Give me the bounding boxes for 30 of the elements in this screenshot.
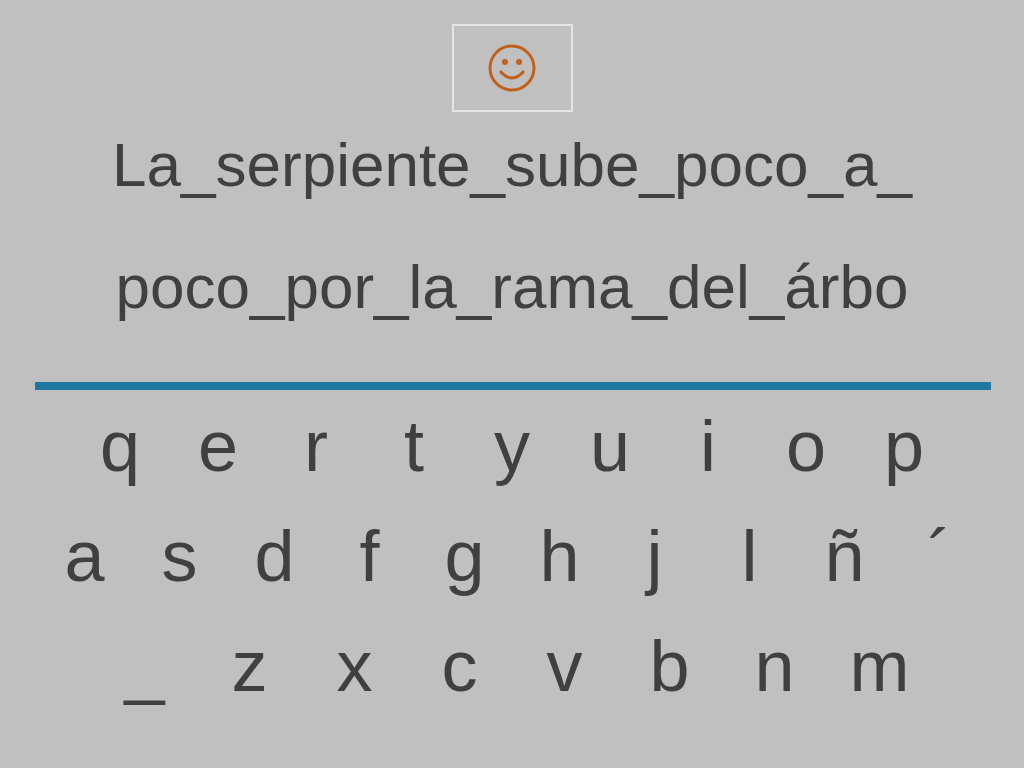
letter-key[interactable]: _ xyxy=(92,622,197,710)
letter-key[interactable]: e xyxy=(169,402,267,490)
letter-key[interactable]: z xyxy=(197,622,302,710)
letter-key[interactable]: r xyxy=(267,402,365,490)
letter-key[interactable]: ñ xyxy=(797,512,892,600)
letter-key[interactable]: x xyxy=(302,622,407,710)
letter-key[interactable]: m xyxy=(827,622,932,710)
letter-key[interactable]: l xyxy=(702,512,797,600)
letter-key[interactable]: u xyxy=(561,402,659,490)
letter-key[interactable]: i xyxy=(659,402,757,490)
letter-key[interactable]: s xyxy=(132,512,227,600)
letter-key[interactable]: ´ xyxy=(892,512,987,600)
letter-key[interactable]: y xyxy=(463,402,561,490)
letter-key[interactable]: q xyxy=(71,402,169,490)
sentence-line: La_serpiente_sube_poco_a_ xyxy=(112,130,912,200)
letter-key[interactable]: a xyxy=(37,512,132,600)
sentence-line: poco_por_la_rama_del_árbo xyxy=(115,252,909,322)
letter-key[interactable]: n xyxy=(722,622,827,710)
letter-key[interactable]: d xyxy=(227,512,322,600)
letter-key[interactable]: p xyxy=(855,402,953,490)
letter-key[interactable]: c xyxy=(407,622,512,710)
smiley-icon xyxy=(487,43,537,93)
letter-key[interactable]: t xyxy=(365,402,463,490)
letter-key[interactable]: j xyxy=(607,512,702,600)
letter-key[interactable]: f xyxy=(322,512,417,600)
letter-key[interactable]: h xyxy=(512,512,607,600)
letter-key[interactable]: v xyxy=(512,622,617,710)
letter-key[interactable]: o xyxy=(757,402,855,490)
letter-key[interactable]: b xyxy=(617,622,722,710)
letter-key[interactable]: g xyxy=(417,512,512,600)
